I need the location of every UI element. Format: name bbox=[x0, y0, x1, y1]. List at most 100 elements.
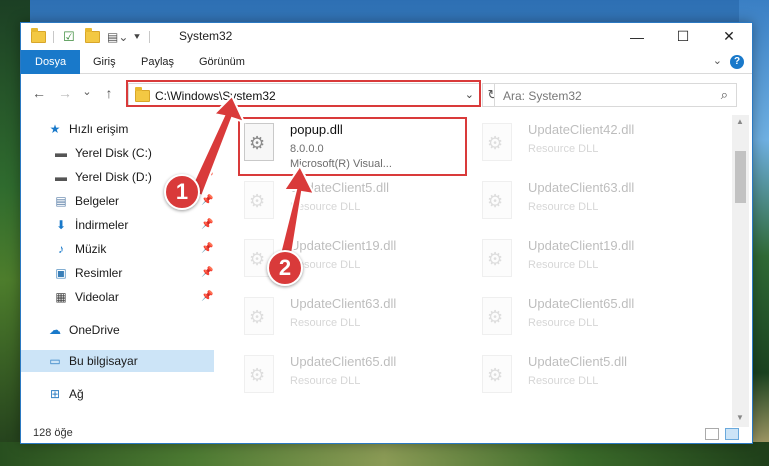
close-button[interactable]: ✕ bbox=[706, 23, 752, 50]
toolbar-divider bbox=[53, 31, 54, 43]
tab-home[interactable]: Giriş bbox=[83, 50, 126, 74]
chevron-down-icon[interactable]: ⯆ bbox=[133, 28, 141, 46]
file-name: UpdateClient65.dll bbox=[290, 354, 397, 369]
computer-icon: ▭ bbox=[49, 354, 61, 368]
file-name: UpdateClient42.dll bbox=[528, 122, 635, 137]
navigation-pane: ★ Hızlı erişim ▬ Yerel Disk (C:) ▬ Yerel… bbox=[21, 115, 214, 415]
file-item[interactable]: UpdateClient42.dll Resource DLL bbox=[474, 117, 694, 175]
sidebar-item-quick-access[interactable]: ★ Hızlı erişim bbox=[47, 118, 129, 140]
file-description: Resource DLL bbox=[528, 259, 599, 271]
file-name: UpdateClient63.dll bbox=[290, 296, 397, 311]
sidebar-item-downloads[interactable]: ⬇ İndirmeler bbox=[53, 214, 128, 236]
file-highlight bbox=[238, 117, 467, 176]
sidebar-item-label: Videolar bbox=[75, 290, 119, 304]
file-name: UpdateClient19.dll bbox=[290, 238, 397, 253]
file-description: Resource DLL bbox=[290, 201, 361, 213]
scroll-down-icon[interactable]: ▼ bbox=[736, 413, 744, 422]
window-title: System32 bbox=[179, 29, 233, 43]
documents-icon: ▤ bbox=[55, 194, 67, 208]
sidebar-item-label: Yerel Disk (D:) bbox=[75, 170, 152, 184]
file-name: UpdateClient19.dll bbox=[528, 238, 635, 253]
file-item[interactable]: UpdateClient63.dll Resource DLL bbox=[474, 175, 694, 233]
file-name: UpdateClient5.dll bbox=[290, 180, 390, 195]
pin-icon[interactable]: 📌 bbox=[201, 267, 213, 278]
minimize-button[interactable]: — bbox=[614, 23, 660, 50]
file-item[interactable]: UpdateClient5.dll Resource DLL bbox=[474, 349, 694, 407]
pin-icon[interactable]: 📌 bbox=[201, 195, 213, 206]
file-item[interactable]: UpdateClient65.dll Resource DLL bbox=[474, 291, 694, 349]
pin-icon[interactable]: 📌 bbox=[201, 219, 213, 230]
sidebar-item-label: Bu bilgisayar bbox=[69, 354, 138, 368]
file-item[interactable]: UpdateClient65.dll Resource DLL bbox=[236, 349, 456, 407]
ribbon-tabs: Dosya Giriş Paylaş Görünüm ⌄ ? bbox=[21, 50, 752, 74]
details-view-icon[interactable] bbox=[705, 428, 719, 440]
file-description: Resource DLL bbox=[528, 375, 599, 387]
new-folder-icon[interactable] bbox=[85, 28, 100, 46]
pin-icon[interactable]: 📌 bbox=[201, 171, 213, 182]
pictures-icon: ▣ bbox=[55, 266, 67, 280]
search-placeholder: Ara: System32 bbox=[503, 89, 582, 103]
sidebar-item-music[interactable]: ♪ Müzik bbox=[53, 238, 106, 260]
file-description: Resource DLL bbox=[290, 317, 361, 329]
drive-icon: ▬ bbox=[55, 146, 67, 160]
sidebar-item-local-disk-d[interactable]: ▬ Yerel Disk (D:) bbox=[53, 166, 152, 188]
dll-file-icon bbox=[244, 181, 274, 219]
search-input[interactable]: Ara: System32 ⌕ bbox=[494, 83, 737, 107]
file-item[interactable]: UpdateClient63.dll Resource DLL bbox=[236, 291, 456, 349]
sidebar-item-videos[interactable]: ▦ Videolar bbox=[53, 286, 119, 308]
sidebar-item-label: Belgeler bbox=[75, 194, 120, 208]
dll-file-icon bbox=[482, 239, 512, 277]
vertical-scrollbar[interactable]: ▲ ▼ bbox=[732, 115, 749, 427]
tab-view[interactable]: Görünüm bbox=[189, 50, 255, 74]
dll-file-icon bbox=[482, 355, 512, 393]
file-name: UpdateClient5.dll bbox=[528, 354, 628, 369]
recent-locations-button[interactable]: ⌄ bbox=[77, 85, 97, 98]
sidebar-item-label: Müzik bbox=[75, 242, 107, 256]
address-bar-highlight bbox=[126, 80, 481, 107]
tab-file[interactable]: Dosya bbox=[21, 50, 81, 74]
large-icons-view-icon[interactable] bbox=[725, 428, 739, 440]
quick-access-customize-icon[interactable]: ▤⌄ bbox=[107, 28, 128, 46]
sidebar-item-label: Hızlı erişim bbox=[69, 122, 129, 136]
desktop-background-bottom bbox=[0, 442, 769, 466]
file-description: Resource DLL bbox=[528, 317, 599, 329]
sidebar-item-label: Resimler bbox=[75, 266, 123, 280]
star-icon: ★ bbox=[49, 122, 61, 136]
back-button[interactable]: ← bbox=[29, 85, 49, 101]
item-count: 128 öğe bbox=[33, 427, 73, 439]
scroll-up-icon[interactable]: ▲ bbox=[736, 117, 744, 126]
sidebar-item-documents[interactable]: ▤ Belgeler bbox=[53, 190, 119, 212]
sidebar-item-onedrive[interactable]: ☁ OneDrive bbox=[47, 319, 120, 341]
videos-icon: ▦ bbox=[55, 290, 67, 304]
file-item[interactable]: UpdateClient5.dll Resource DLL bbox=[236, 175, 456, 233]
properties-icon[interactable]: ☑ bbox=[63, 28, 75, 46]
sidebar-item-this-pc[interactable]: ▭ Bu bilgisayar bbox=[21, 350, 214, 372]
sidebar-item-pictures[interactable]: ▣ Resimler bbox=[53, 262, 122, 284]
tab-share[interactable]: Paylaş bbox=[131, 50, 184, 74]
pin-icon[interactable]: 📌 bbox=[201, 291, 213, 302]
pin-icon[interactable]: 📌 bbox=[201, 243, 213, 254]
file-item[interactable]: UpdateClient19.dll Resource DLL bbox=[474, 233, 694, 291]
sidebar-item-label: OneDrive bbox=[69, 323, 120, 337]
file-description: Resource DLL bbox=[528, 201, 599, 213]
toolbar-divider bbox=[149, 31, 150, 43]
sidebar-item-label: Ağ bbox=[69, 387, 84, 401]
ribbon-expand-icon[interactable]: ⌄ bbox=[713, 54, 722, 67]
search-icon[interactable]: ⌕ bbox=[721, 87, 728, 103]
sidebar-item-label: İndirmeler bbox=[75, 218, 129, 232]
scrollbar-thumb[interactable] bbox=[735, 151, 746, 203]
dll-file-icon bbox=[244, 297, 274, 335]
maximize-button[interactable]: ☐ bbox=[660, 23, 706, 50]
up-button[interactable]: ↑ bbox=[99, 85, 119, 101]
sidebar-item-network[interactable]: ⊞ Ağ bbox=[47, 383, 84, 405]
file-name: UpdateClient63.dll bbox=[528, 180, 635, 195]
help-icon[interactable]: ? bbox=[730, 55, 744, 69]
dll-file-icon bbox=[482, 181, 512, 219]
sidebar-item-local-disk-c[interactable]: ▬ Yerel Disk (C:) bbox=[53, 142, 152, 164]
cloud-icon: ☁ bbox=[49, 323, 61, 337]
dll-file-icon bbox=[244, 355, 274, 393]
title-bar: ☑ ▤⌄ ⯆ System32 — ☐ ✕ bbox=[21, 23, 752, 50]
file-description: Resource DLL bbox=[290, 375, 361, 387]
callout-badge-2: 2 bbox=[267, 250, 303, 286]
forward-button[interactable]: → bbox=[55, 85, 75, 101]
